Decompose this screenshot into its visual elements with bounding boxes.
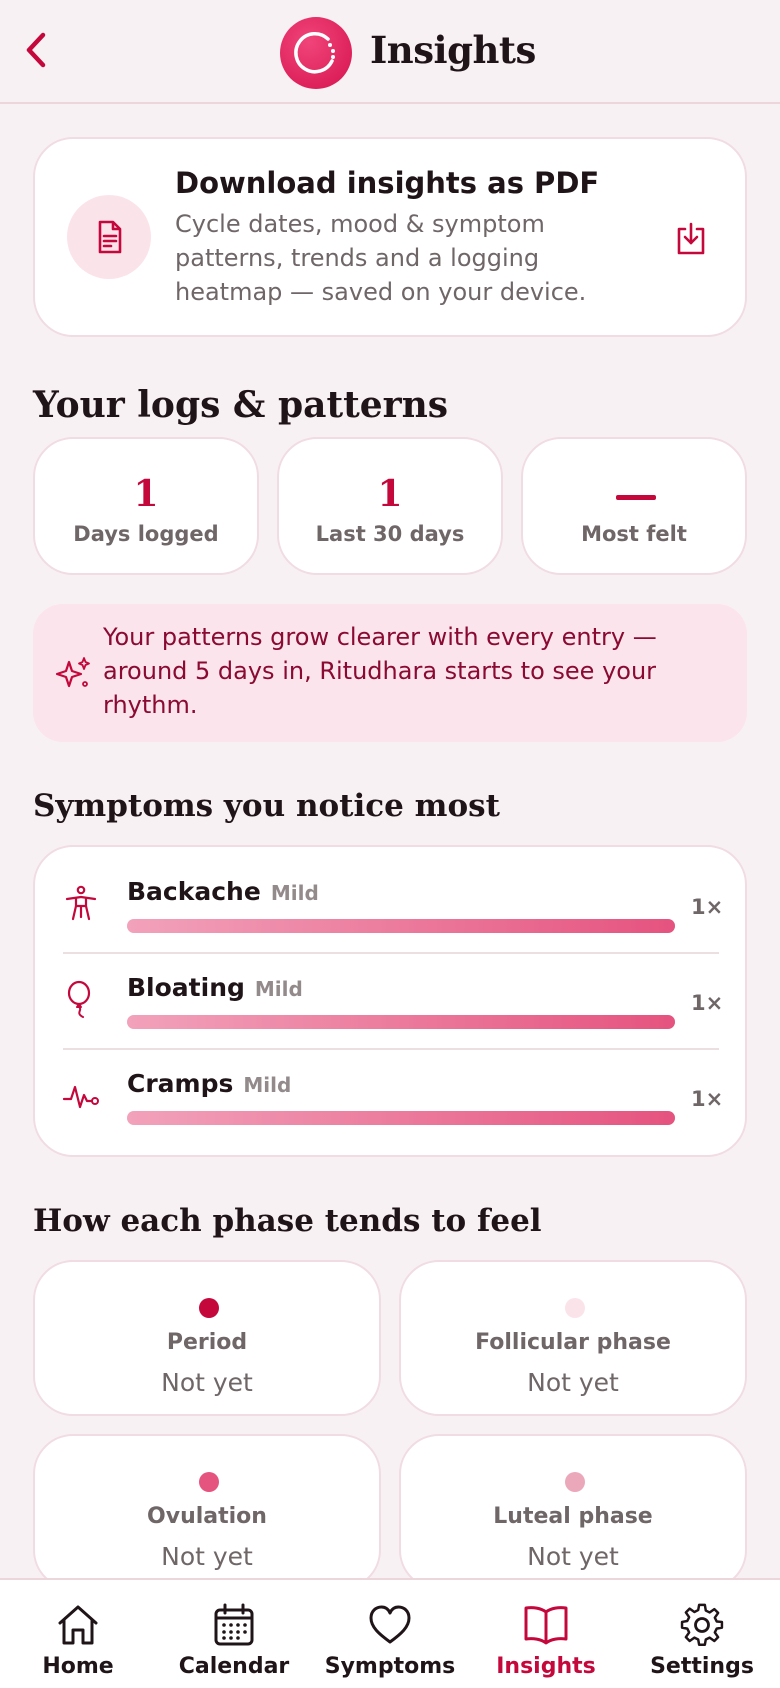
gear-icon xyxy=(680,1603,724,1646)
phase-value: Not yet xyxy=(527,1368,619,1397)
phase-name: Period xyxy=(166,1330,248,1355)
phase-color-dot xyxy=(199,1472,219,1492)
stat-label: Last 30 days xyxy=(315,522,465,546)
document-icon xyxy=(67,195,151,279)
nav-label: Calendar xyxy=(178,1654,290,1679)
phase-name: Ovulation xyxy=(147,1504,267,1529)
symptom-bar xyxy=(127,919,675,933)
phase-name: Luteal phase xyxy=(493,1504,653,1529)
symptom-name: Backache Mild xyxy=(127,877,319,906)
stat-most-felt: — Most felt xyxy=(521,437,747,575)
balloon-icon xyxy=(67,980,91,1018)
symptom-severity: Mild xyxy=(270,881,319,905)
calendar-icon xyxy=(214,1603,254,1646)
phase-name: Follicular phase xyxy=(475,1330,671,1355)
symptom-name-text: Backache xyxy=(127,877,261,906)
symptom-row-bloating[interactable]: Bloating Mild 1× xyxy=(35,943,749,1039)
stat-value: — xyxy=(523,473,745,515)
phase-value: Not yet xyxy=(161,1368,253,1397)
symptom-bar xyxy=(127,1015,675,1029)
nav-label: Home xyxy=(42,1654,114,1679)
phase-color-dot xyxy=(199,1298,219,1318)
symptom-severity: Mild xyxy=(254,977,303,1001)
symptom-row-cramps[interactable]: Cramps Mild 1× xyxy=(35,1039,749,1135)
nav-item-home[interactable]: Home xyxy=(0,1580,156,1688)
stat-empty-dash xyxy=(616,495,656,500)
symptom-bar xyxy=(127,1111,675,1125)
tip-banner: Your patterns grow clearer with every en… xyxy=(33,604,747,742)
sparkles-icon xyxy=(55,657,90,688)
nav-item-settings[interactable]: Settings xyxy=(624,1580,780,1688)
phase-card-luteal[interactable]: Luteal phase Not yet xyxy=(399,1434,747,1590)
stat-days-logged: 1 Days logged xyxy=(33,437,259,575)
symptom-name-text: Cramps xyxy=(127,1069,234,1098)
phase-card-follicular[interactable]: Follicular phase Not yet xyxy=(399,1260,747,1416)
symptoms-card: Backache Mild 1× Bloating Mild 1× Cramps Mi… xyxy=(33,845,747,1157)
home-icon xyxy=(58,1605,98,1645)
nav-item-symptoms[interactable]: Symptoms xyxy=(312,1580,468,1688)
phase-card-period[interactable]: Period Not yet xyxy=(33,1260,381,1416)
symptom-bar-fill xyxy=(127,919,675,933)
tip-text: Your patterns grow clearer with every en… xyxy=(103,623,657,719)
stat-label: Most felt xyxy=(581,522,687,546)
page-title: Insights xyxy=(370,28,536,72)
phase-card-ovulation[interactable]: Ovulation Not yet xyxy=(33,1434,381,1590)
symptom-bar-fill xyxy=(127,1111,675,1125)
nav-label: Symptoms xyxy=(324,1654,456,1679)
phase-color-dot xyxy=(565,1472,585,1492)
download-icon[interactable] xyxy=(671,219,711,259)
symptom-count: 1× xyxy=(691,1087,724,1111)
nav-label: Settings xyxy=(650,1654,754,1679)
bottom-nav: Home Calendar Symptoms Insights Settings xyxy=(0,1578,780,1688)
symptom-name: Bloating Mild xyxy=(127,973,303,1002)
app-header: Insights xyxy=(0,0,780,104)
pulse-icon xyxy=(62,1085,99,1109)
app-logo-icon xyxy=(280,17,352,89)
heart-icon xyxy=(369,1605,411,1644)
nav-item-insights[interactable]: Insights xyxy=(468,1580,624,1688)
stat-value: 1 xyxy=(377,473,403,515)
symptoms-section-title: Symptoms you notice most xyxy=(33,788,500,824)
pdf-card-title: Download insights as PDF xyxy=(175,166,600,200)
nav-label: Insights xyxy=(496,1654,596,1679)
body-icon xyxy=(65,885,97,921)
symptom-count: 1× xyxy=(691,895,724,919)
symptom-count: 1× xyxy=(691,991,724,1015)
stat-value: 1 xyxy=(133,473,159,515)
pdf-card-description: Cycle dates, mood & symptom patterns, tr… xyxy=(175,210,587,306)
phase-value: Not yet xyxy=(161,1542,253,1571)
symptom-bar-fill xyxy=(127,1015,675,1029)
symptom-row-backache[interactable]: Backache Mild 1× xyxy=(35,847,749,943)
phase-color-dot xyxy=(565,1298,585,1318)
logs-section-title: Your logs & patterns xyxy=(33,384,449,426)
symptom-severity: Mild xyxy=(243,1073,292,1097)
back-button[interactable] xyxy=(8,22,64,78)
symptom-name-text: Bloating xyxy=(127,973,245,1002)
nav-item-calendar[interactable]: Calendar xyxy=(156,1580,312,1688)
symptom-name: Cramps Mild xyxy=(127,1069,291,1098)
stat-label: Days logged xyxy=(73,522,219,546)
stat-last-30-days: 1 Last 30 days xyxy=(277,437,503,575)
phase-value: Not yet xyxy=(527,1542,619,1571)
download-pdf-card[interactable]: Download insights as PDF Cycle dates, mo… xyxy=(33,137,747,337)
phases-section-title: How each phase tends to feel xyxy=(33,1203,542,1239)
book-icon xyxy=(524,1606,568,1645)
chevron-left-icon xyxy=(26,32,46,68)
